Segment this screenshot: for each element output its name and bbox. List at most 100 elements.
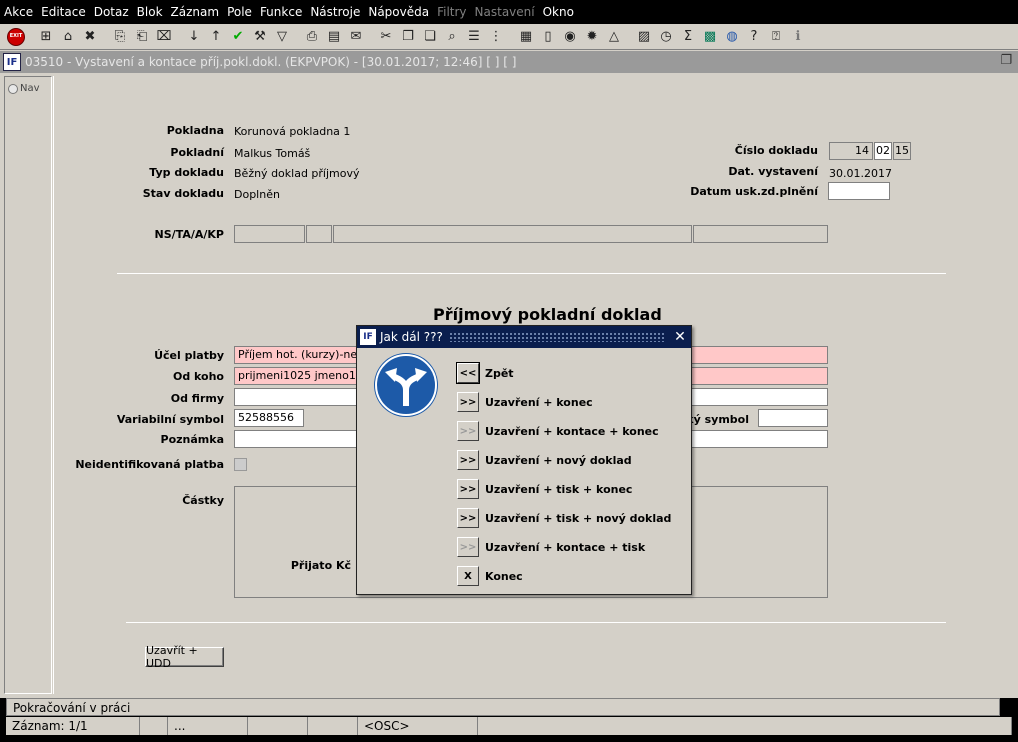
dat-vystaveni-value: 30.01.2017 <box>829 167 892 180</box>
option-konec-button[interactable]: X <box>457 566 479 586</box>
option-uzavreni-konec[interactable]: >> Uzavření + konec <box>457 392 593 412</box>
menu-blok[interactable]: Blok <box>137 5 163 19</box>
ta-input[interactable] <box>306 225 332 243</box>
document-icon[interactable]: ▯ <box>538 27 558 47</box>
toolbar: EXIT ⊞ ⌂ ✖ ⎘ ⎗ ⌧ ↓ ↑ ✔ ⚒ ▽ ⎙ ▤ ✉ ✂ ❐ ❏ ⌕… <box>0 24 1018 50</box>
nav-radio[interactable]: Nav <box>8 83 40 94</box>
toolbar-separator <box>368 27 374 47</box>
cislo-dokladu-part2[interactable]: 02 <box>874 142 892 160</box>
eye-icon[interactable]: △ <box>604 27 624 47</box>
menu-funkce[interactable]: Funkce <box>260 5 302 19</box>
option-uzavreni-tisk-novy-doklad-button[interactable]: >> <box>457 508 479 528</box>
excel-icon[interactable]: ▩ <box>700 27 720 47</box>
list-icon[interactable]: ☰ <box>464 27 484 47</box>
option-konec[interactable]: X Konec <box>457 566 523 586</box>
option-uzavreni-kontace-konec-button[interactable]: >> <box>457 421 479 441</box>
ucel-platby-label: Účel platby <box>154 349 224 362</box>
copy-icon[interactable]: ❐ <box>398 27 418 47</box>
ns-input[interactable] <box>234 225 305 243</box>
option-uzavreni-tisk-konec[interactable]: >> Uzavření + tisk + konec <box>457 479 632 499</box>
browser-icon[interactable]: ◍ <box>722 27 742 47</box>
cut-icon[interactable]: ✂ <box>376 27 396 47</box>
delete-record-icon[interactable]: ✖ <box>80 27 100 47</box>
cislo-dokladu-part1[interactable]: 14 <box>829 142 873 160</box>
specificky-symbol-label: ký symbol <box>686 413 749 426</box>
info-icon[interactable]: ℹ <box>788 27 808 47</box>
mail-icon[interactable]: ✉ <box>346 27 366 47</box>
menu-zaznam[interactable]: Záznam <box>171 5 220 19</box>
globe-icon[interactable]: ◉ <box>560 27 580 47</box>
print-setup-icon[interactable]: ▤ <box>324 27 344 47</box>
stav-dokladu-label: Stav dokladu <box>142 187 224 200</box>
kp-input[interactable] <box>693 225 828 243</box>
close-icon[interactable]: ✕ <box>672 329 688 345</box>
option-zpet-button[interactable]: << <box>456 362 480 384</box>
clock-icon[interactable]: ◷ <box>656 27 676 47</box>
variabilni-symbol-label: Variabilní symbol <box>116 413 224 426</box>
print-icon[interactable]: ⎙ <box>302 27 322 47</box>
menu-okno[interactable]: Okno <box>543 5 574 19</box>
paste-icon[interactable]: ❏ <box>420 27 440 47</box>
option-uzavreni-kontace-tisk[interactable]: >> Uzavření + kontace + tisk <box>457 537 645 557</box>
dialog-title: Jak dál ??? <box>380 330 443 344</box>
sum-icon[interactable]: Σ <box>678 27 698 47</box>
cancel-query-icon[interactable]: ⌧ <box>154 27 174 47</box>
help-context-icon[interactable]: ? <box>744 27 764 47</box>
menu-pole[interactable]: Pole <box>227 5 252 19</box>
option-uzavreni-kontace-tisk-button[interactable]: >> <box>457 537 479 557</box>
tree-icon[interactable]: ⋮ <box>486 27 506 47</box>
chart-icon[interactable]: ▨ <box>634 27 654 47</box>
option-konec-label: Konec <box>485 569 523 583</box>
menu-filtry[interactable]: Filtry <box>437 5 466 19</box>
menu-nastaveni[interactable]: Nastavení <box>475 5 535 19</box>
restore-window-icon[interactable]: ❐ <box>1000 53 1012 68</box>
toolbar-separator <box>626 27 632 47</box>
menu-editace[interactable]: Editace <box>41 5 86 19</box>
datum-usk-input[interactable] <box>828 182 890 200</box>
option-uzavreni-novy-doklad-button[interactable]: >> <box>457 450 479 470</box>
toolbar-separator <box>102 27 108 47</box>
option-uzavreni-novy-doklad[interactable]: >> Uzavření + nový doklad <box>457 450 632 470</box>
specificky-symbol-input[interactable] <box>758 409 828 427</box>
menu-dotaz[interactable]: Dotaz <box>94 5 129 19</box>
fork-road-sign-icon <box>375 354 437 416</box>
nav-panel: Nav <box>4 76 52 694</box>
option-uzavreni-tisk-konec-button[interactable]: >> <box>457 479 479 499</box>
option-zpet[interactable]: << Zpět <box>456 362 514 384</box>
query-icon[interactable]: ⎘ <box>110 27 130 47</box>
help-icon[interactable]: ⍰ <box>766 27 786 47</box>
ns-ta-a-kp-label: NS/TA/A/KP <box>154 228 224 241</box>
settings-wheel-icon[interactable]: ✹ <box>582 27 602 47</box>
nav-label: Nav <box>20 83 40 94</box>
divider <box>117 273 946 274</box>
insert-record-icon[interactable]: ⊞ <box>36 27 56 47</box>
zoom-icon[interactable]: ⌕ <box>442 27 462 47</box>
status-cell <box>248 717 308 735</box>
sort-asc-icon[interactable]: ↓ <box>184 27 204 47</box>
sort-desc-icon[interactable]: ↑ <box>206 27 226 47</box>
exit-icon[interactable]: EXIT <box>6 27 26 47</box>
status-cell <box>478 717 1012 735</box>
menu-nastroje[interactable]: Nástroje <box>310 5 360 19</box>
option-uzavreni-tisk-novy-doklad-label: Uzavření + tisk + nový doklad <box>485 511 672 525</box>
option-uzavreni-kontace-konec[interactable]: >> Uzavření + kontace + konec <box>457 421 659 441</box>
neidentifikovana-platba-checkbox[interactable] <box>234 458 247 471</box>
wrench-icon[interactable]: ⚒ <box>250 27 270 47</box>
cislo-dokladu-part3[interactable]: 15 <box>893 142 911 160</box>
option-uzavreni-konec-button[interactable]: >> <box>457 392 479 412</box>
cislo-dokladu-label: Číslo dokladu <box>734 144 818 157</box>
calculator-icon[interactable]: ▦ <box>516 27 536 47</box>
menu-napoveda[interactable]: Nápověda <box>368 5 429 19</box>
option-uzavreni-tisk-novy-doklad[interactable]: >> Uzavření + tisk + nový doklad <box>457 508 671 528</box>
menu-akce[interactable]: Akce <box>4 5 33 19</box>
uzavrit-udd-button[interactable]: Uzavřít + UDD <box>145 644 224 670</box>
check-icon[interactable]: ✔ <box>228 27 248 47</box>
menu-bar: Akce Editace Dotaz Blok Záznam Pole Funk… <box>0 0 1018 24</box>
a-input[interactable] <box>333 225 692 243</box>
duplicate-record-icon[interactable]: ⌂ <box>58 27 78 47</box>
radio-icon <box>8 83 18 94</box>
execute-query-icon[interactable]: ⎗ <box>132 27 152 47</box>
od-koho-label: Od koho <box>172 370 224 383</box>
variabilni-symbol-input[interactable]: 52588556 <box>234 409 304 427</box>
filter-icon[interactable]: ▽ <box>272 27 292 47</box>
